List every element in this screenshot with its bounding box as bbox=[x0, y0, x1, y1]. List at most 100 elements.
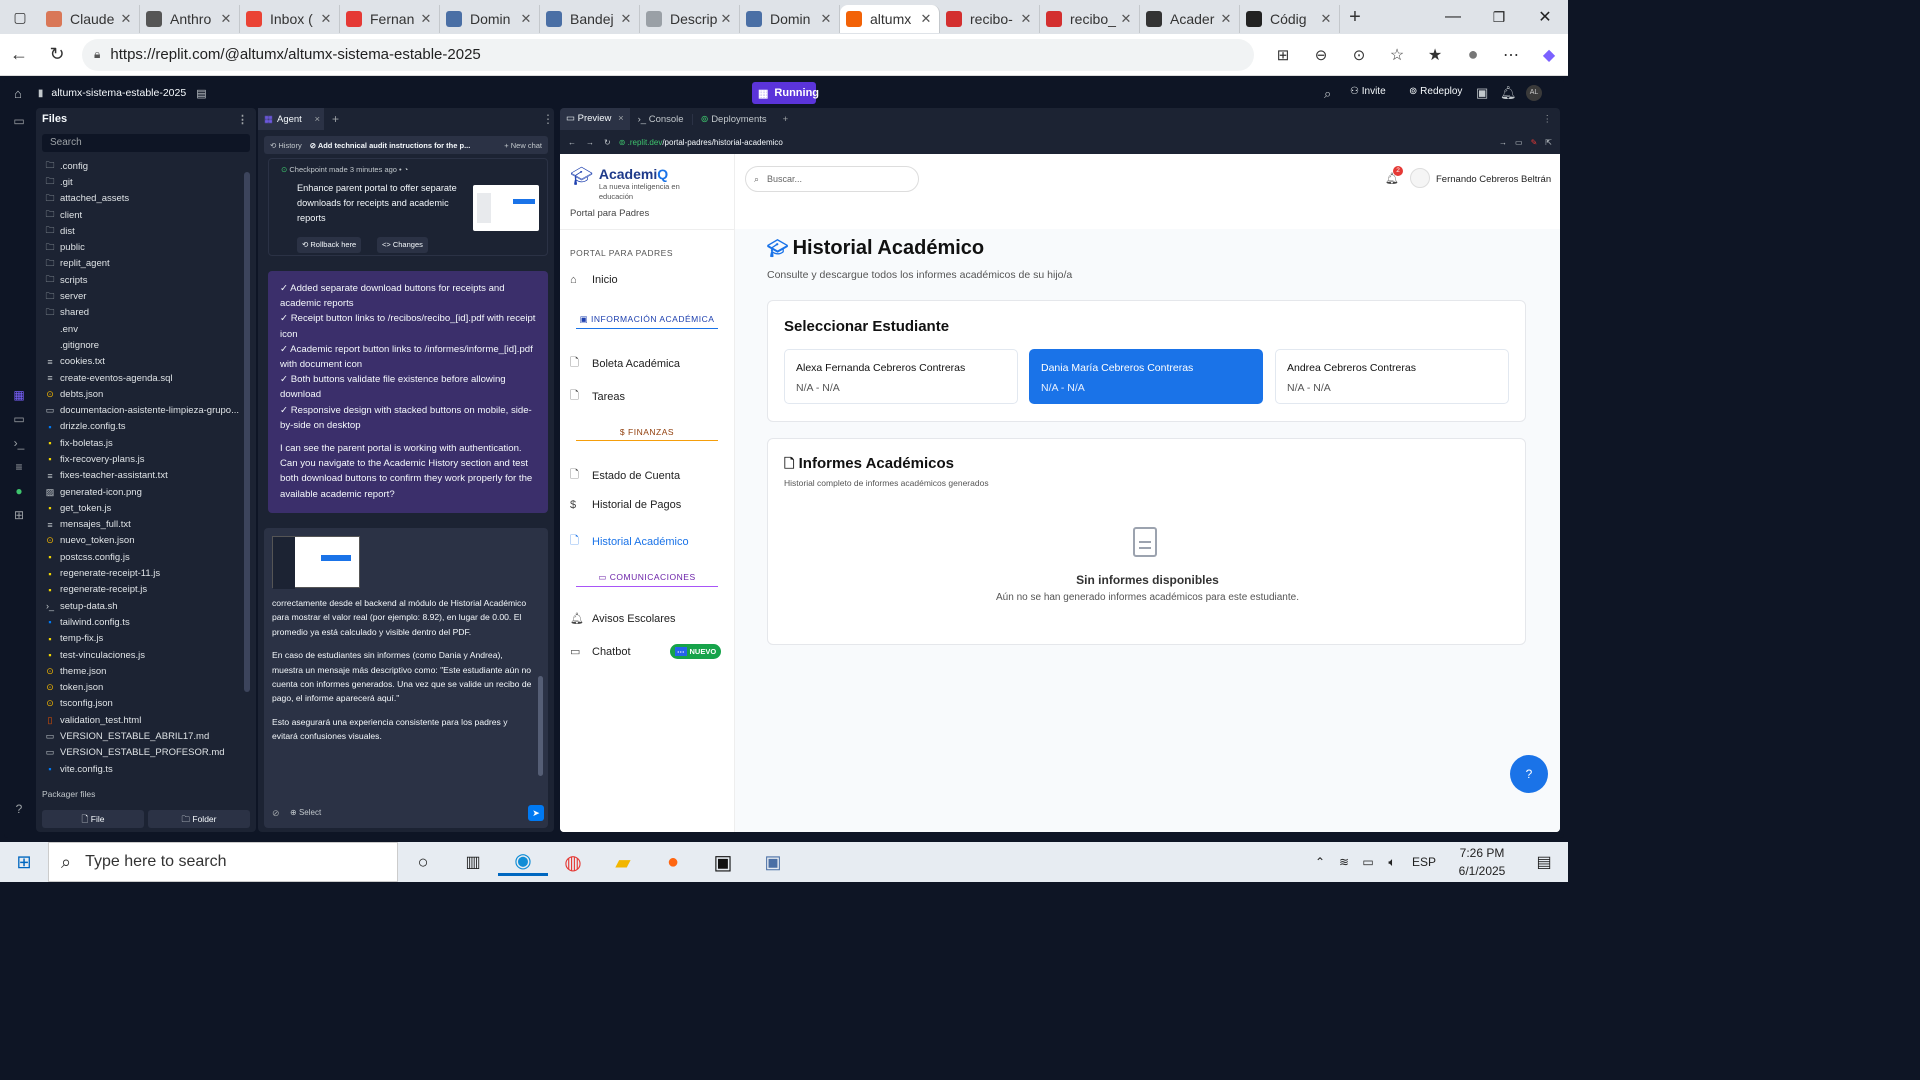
files-scrollbar[interactable] bbox=[244, 172, 250, 692]
agent-tab[interactable]: ▦ Agent × bbox=[258, 108, 324, 130]
preview-reload-icon[interactable]: ↻ bbox=[604, 138, 611, 147]
language-indicator[interactable]: ESP bbox=[1404, 855, 1444, 869]
file-item[interactable]: ▪ test-vinculaciones.js bbox=[36, 647, 256, 663]
deployments-tab[interactable]: ⊚ Deployments bbox=[691, 113, 775, 125]
nav-estado-cuenta[interactable]: 🗋︎ Estado de Cuenta bbox=[570, 466, 680, 485]
file-item[interactable]: ▪ temp-fix.js bbox=[36, 631, 256, 647]
redeploy-button[interactable]: ⊚ Redeploy bbox=[1409, 86, 1462, 97]
game-app-icon[interactable]: ▣ bbox=[698, 850, 748, 875]
file-item[interactable]: ›_ setup-data.sh bbox=[36, 598, 256, 614]
all-tools-icon[interactable]: ⊞ bbox=[14, 508, 24, 532]
file-item[interactable]: ▯ validation_test.html bbox=[36, 712, 256, 728]
send-button[interactable]: ➤ bbox=[528, 805, 544, 821]
mobile-icon[interactable]: ▣ bbox=[1476, 85, 1488, 101]
home-icon[interactable]: ⌂ bbox=[14, 86, 22, 101]
file-item[interactable]: ▪ fix-recovery-plans.js bbox=[36, 451, 256, 467]
user-message-text[interactable]: correctamente desde el backend al módulo… bbox=[272, 596, 534, 744]
files-search-input[interactable]: Search bbox=[42, 134, 250, 152]
chrome-icon[interactable]: ◍ bbox=[548, 850, 598, 875]
tab-actions-icon[interactable]: ▢ bbox=[0, 9, 40, 26]
notifications-icon[interactable]: ▤ bbox=[1520, 852, 1568, 872]
more-menu-icon[interactable]: ⋯ bbox=[1492, 45, 1530, 65]
url-field[interactable]: 🔒︎ https://replit.com/@altumx/altumx-sis… bbox=[82, 38, 1254, 71]
file-item[interactable]: ⊙ theme.json bbox=[36, 663, 256, 679]
add-tab-icon[interactable]: + bbox=[775, 114, 797, 125]
copilot-icon[interactable]: ◆ bbox=[1530, 45, 1568, 65]
close-tab-icon[interactable]: ✕ bbox=[1319, 11, 1333, 27]
folder-item[interactable]: 🗀︎ shared bbox=[36, 305, 256, 321]
browser-tab[interactable]: Códig ✕ bbox=[1240, 5, 1340, 33]
file-item[interactable]: ▪ vite.config.ts bbox=[36, 761, 256, 777]
minimize-button[interactable]: — bbox=[1430, 8, 1476, 26]
close-tab-icon[interactable]: ✕ bbox=[219, 11, 233, 27]
console-tab[interactable]: ›_ Console bbox=[630, 114, 692, 125]
close-tab-icon[interactable]: ✕ bbox=[819, 11, 833, 27]
file-item[interactable]: ≡ fixes-teacher-assistant.txt bbox=[36, 468, 256, 484]
close-tab-icon[interactable]: ✕ bbox=[619, 11, 633, 27]
task-view-icon[interactable]: ▥ bbox=[448, 852, 498, 872]
shell-tool-icon[interactable]: ›_ bbox=[14, 436, 25, 460]
files-menu-icon[interactable]: ⋮ bbox=[237, 113, 248, 126]
rollback-button[interactable]: ⟲ Rollback here bbox=[297, 237, 362, 253]
browser-tab[interactable]: altumx ✕ bbox=[840, 5, 940, 33]
file-item[interactable]: .gitignore bbox=[36, 337, 256, 353]
tracking-icon[interactable]: ⊙ bbox=[1340, 46, 1378, 64]
user-avatar[interactable] bbox=[1410, 168, 1430, 188]
file-item[interactable]: ▪ get_token.js bbox=[36, 500, 256, 516]
browser-tab[interactable]: Inbox (✕ bbox=[240, 5, 340, 33]
nav-historial-pagos[interactable]: $ Historial de Pagos bbox=[570, 499, 681, 511]
run-button[interactable]: ▦ Running bbox=[752, 82, 819, 104]
apps-icon[interactable]: ⊞ bbox=[1264, 46, 1302, 64]
file-item[interactable]: ⊙ token.json bbox=[36, 680, 256, 696]
file-item[interactable]: ⊙ tsconfig.json bbox=[36, 696, 256, 712]
file-item[interactable]: ▭ documentacion-asistente-limpieza-grupo.… bbox=[36, 402, 256, 418]
browser-tab[interactable]: Claude ✕ bbox=[40, 5, 140, 33]
new-tab-button[interactable]: + bbox=[1340, 6, 1370, 29]
search-icon[interactable]: ⌕ bbox=[1324, 86, 1331, 102]
browser-tab[interactable]: Descrip ✕ bbox=[640, 5, 740, 33]
folder-item[interactable]: 🗀︎ public bbox=[36, 239, 256, 255]
taskbar-search-input[interactable]: ⌕ Type here to search bbox=[48, 842, 398, 882]
battery-icon[interactable]: ▭ bbox=[1356, 855, 1380, 869]
file-item[interactable]: ▨ generated-icon.png bbox=[36, 484, 256, 500]
user-name[interactable]: Fernando Cebreros Beltrán bbox=[1436, 174, 1551, 185]
close-tab-icon[interactable]: ✕ bbox=[1019, 11, 1033, 27]
reload-icon[interactable]: ↻ bbox=[38, 44, 76, 65]
file-item[interactable]: .env bbox=[36, 321, 256, 337]
new-file-button[interactable]: 🗋︎ File bbox=[42, 810, 144, 828]
clock[interactable]: 7:26 PM 6/1/2025 bbox=[1444, 844, 1520, 880]
file-item[interactable]: ⊙ debts.json bbox=[36, 386, 256, 402]
project-info-icon[interactable]: ▤ bbox=[196, 87, 206, 100]
browser-tab[interactable]: Domin ✕ bbox=[440, 5, 540, 33]
folder-item[interactable]: 🗀︎ replit_agent bbox=[36, 256, 256, 272]
close-tab-icon[interactable]: ✕ bbox=[719, 11, 733, 27]
attach-icon[interactable]: ⊘ bbox=[272, 808, 280, 819]
browser-tab[interactable]: Anthro ✕ bbox=[140, 5, 240, 33]
devtools-badge-icon[interactable]: ✎ bbox=[1531, 138, 1538, 147]
new-folder-button[interactable]: 🗀︎ Folder bbox=[148, 810, 250, 828]
preview-forward-icon[interactable]: → bbox=[586, 138, 594, 147]
zoom-icon[interactable]: ⊖ bbox=[1302, 46, 1340, 64]
preview-go-icon[interactable]: → bbox=[1499, 138, 1507, 147]
file-item[interactable]: ▪ postcss.config.js bbox=[36, 549, 256, 565]
file-item[interactable]: ▭ VERSION_ESTABLE_PROFESOR.md bbox=[36, 745, 256, 761]
database-tool-icon[interactable]: ≡ bbox=[15, 460, 22, 484]
select-button[interactable]: ⊕ Select bbox=[290, 808, 321, 817]
close-tab-icon[interactable]: ✕ bbox=[119, 11, 133, 27]
preview-tab[interactable]: ▭ Preview × bbox=[560, 108, 630, 130]
invite-button[interactable]: ⚇ Invite bbox=[1350, 86, 1386, 97]
folder-item[interactable]: 🗀︎ dist bbox=[36, 223, 256, 239]
folder-item[interactable]: 🗀︎ server bbox=[36, 288, 256, 304]
student-card-selected[interactable]: Dania María Cebreros Contreras N/A - N/A bbox=[1029, 349, 1263, 404]
back-arrow-icon[interactable]: ← bbox=[0, 44, 38, 65]
browser-tab[interactable]: recibo- ✕ bbox=[940, 5, 1040, 33]
attached-screenshot[interactable] bbox=[272, 536, 360, 589]
deploy-tool-icon[interactable]: ● bbox=[15, 484, 22, 508]
file-item[interactable]: ≡ mensajes_full.txt bbox=[36, 517, 256, 533]
file-item[interactable]: ▪ tailwind.config.ts bbox=[36, 614, 256, 630]
close-tab-icon[interactable]: ✕ bbox=[519, 11, 533, 27]
bell-icon[interactable]: 🔔︎ bbox=[1500, 85, 1517, 101]
message-scrollbar[interactable] bbox=[538, 676, 543, 776]
nav-boleta[interactable]: 🗋︎ Boleta Académica bbox=[570, 354, 680, 373]
edge-icon[interactable]: ◉ bbox=[498, 848, 548, 876]
